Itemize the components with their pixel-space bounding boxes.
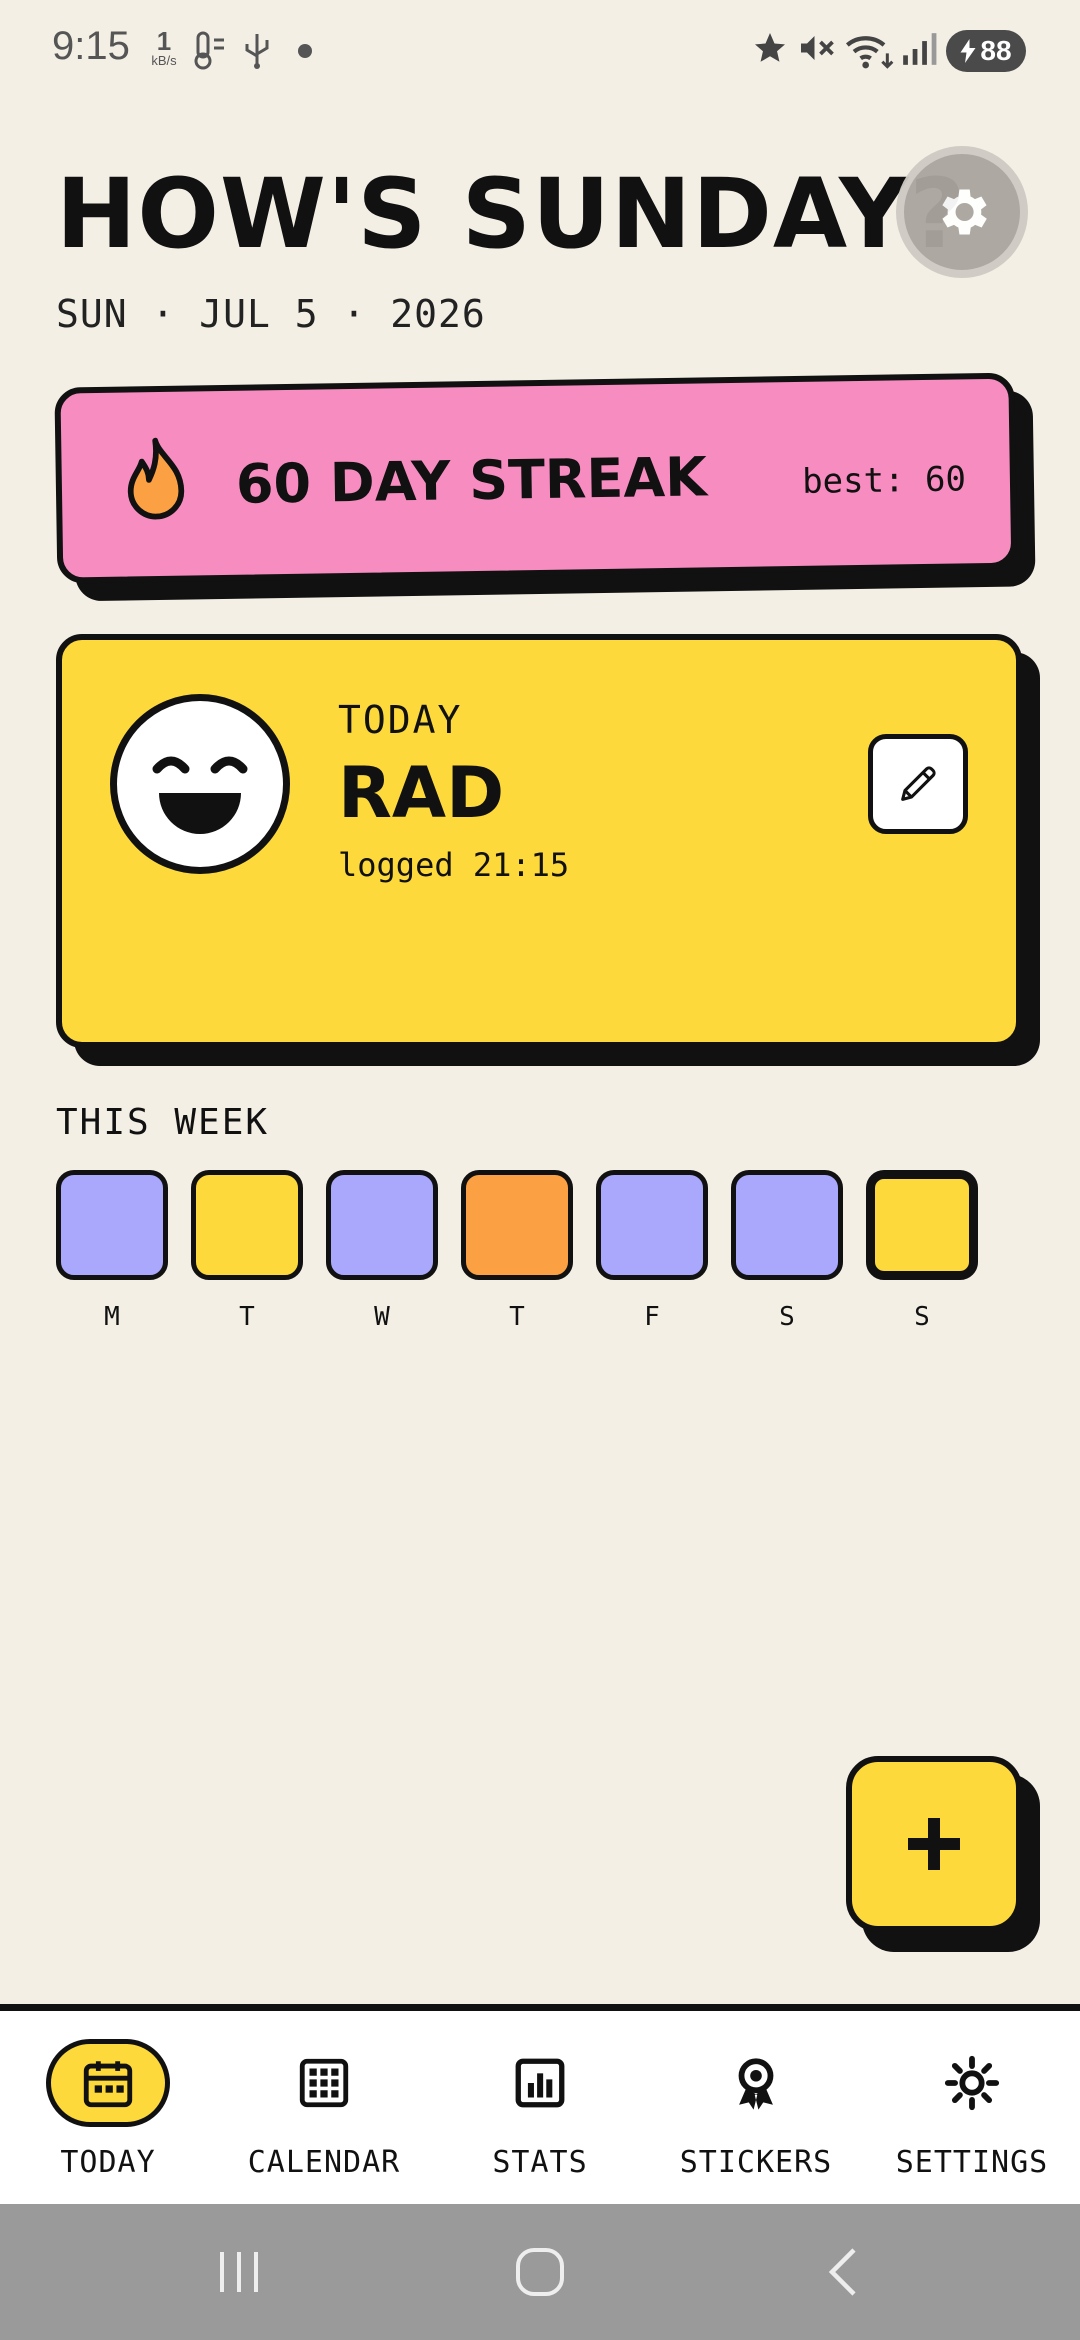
page-title: HOW'S SUNDAY? — [56, 158, 967, 270]
bar-chart-icon — [515, 2058, 565, 2108]
logged-time: logged 21:15 — [338, 846, 570, 884]
edit-entry-button[interactable] — [868, 734, 968, 834]
week-day-box[interactable] — [56, 1170, 168, 1280]
today-card[interactable]: TODAY RAD logged 21:15 — [56, 634, 1022, 1048]
back-icon[interactable] — [822, 2242, 866, 2302]
smile-face-icon — [152, 756, 248, 834]
nav-item-stickers[interactable]: STICKERS — [648, 2011, 864, 2211]
pencil-icon — [901, 766, 936, 801]
nav-icon-holder — [262, 2039, 386, 2127]
streak-card-body: 60 DAY STREAK best: 60 — [54, 372, 1018, 584]
nav-label: TODAY — [60, 2145, 156, 2180]
calendar-grid-icon — [299, 2058, 349, 2108]
thermometer-icon — [194, 31, 224, 70]
week-day-letter: S — [779, 1302, 795, 1332]
mute-icon — [801, 36, 834, 60]
badge-icon — [738, 2058, 774, 2110]
date-line: SUN · JUL 5 · 2026 — [56, 292, 486, 336]
nav-item-today[interactable]: TODAY — [0, 2011, 216, 2211]
week-day-box[interactable] — [731, 1170, 843, 1280]
mood-name: RAD — [338, 752, 505, 834]
battery-icon — [960, 39, 976, 63]
streak-card: 60 DAY STREAK best: 60 — [54, 372, 1036, 603]
wifi-icon — [845, 36, 894, 69]
nav-label: SETTINGS — [895, 2145, 1049, 2180]
nav-item-stats[interactable]: STATS — [432, 2011, 648, 2211]
week-day-box[interactable] — [191, 1170, 303, 1280]
nav-icon-holder — [910, 2039, 1034, 2127]
nav-item-calendar[interactable]: CALENDAR — [216, 2011, 432, 2211]
week-day-letter: S — [914, 1302, 930, 1332]
flame-icon — [127, 437, 185, 520]
week-day-box[interactable] — [461, 1170, 573, 1280]
today-label: TODAY — [338, 698, 463, 742]
net-speed: 1 kB/s — [146, 28, 182, 67]
notification-dot — [298, 44, 312, 58]
nav-label: STATS — [492, 2145, 588, 2180]
nav-icon-holder — [478, 2039, 602, 2127]
calendar-today-icon — [83, 2061, 133, 2108]
nav-item-settings[interactable]: SETTINGS — [864, 2011, 1080, 2211]
status-time: 9:15 — [52, 24, 130, 68]
nav-label: STICKERS — [679, 2145, 833, 2180]
sun-gear-icon — [944, 2055, 1000, 2111]
settings-button[interactable] — [896, 146, 1028, 278]
net-speed-unit: kB/s — [151, 53, 177, 68]
streak-best: best: 60 — [801, 459, 967, 502]
streak-text: 60 DAY STREAK — [235, 445, 708, 516]
star-icon — [755, 33, 785, 62]
week-title: THIS WEEK — [56, 1102, 270, 1143]
battery-level: 88 — [980, 35, 1012, 66]
week-day-letter: T — [509, 1302, 525, 1332]
net-speed-value: 1 — [156, 26, 172, 56]
week-day-letter: T — [239, 1302, 255, 1332]
add-entry-button[interactable] — [846, 1756, 1022, 1932]
week-day-letter: W — [374, 1302, 390, 1332]
battery-indicator: 88 — [946, 30, 1026, 72]
status-bar: 9:15 1 kB/s 88 — [0, 0, 1080, 100]
nav-active-pill — [46, 2039, 170, 2127]
signal-icon — [903, 33, 937, 65]
usb-icon — [245, 34, 269, 69]
week-day-box[interactable] — [596, 1170, 708, 1280]
system-nav-bar — [0, 2204, 1080, 2340]
plus-icon — [908, 1818, 960, 1870]
gear-icon — [942, 189, 987, 235]
bottom-nav: TODAY CALENDAR STATS STICKERS SETTINGS — [0, 2004, 1080, 2204]
week-day-letter: M — [104, 1302, 120, 1332]
home-icon[interactable] — [512, 2242, 568, 2302]
nav-icon-holder — [694, 2039, 818, 2127]
nav-label: CALENDAR — [247, 2145, 401, 2180]
mood-face-rad-icon — [110, 694, 290, 874]
week-day-box[interactable] — [326, 1170, 438, 1280]
recents-icon[interactable] — [214, 2242, 264, 2302]
week-day-letter: F — [644, 1302, 660, 1332]
week-day-box-today[interactable] — [866, 1170, 978, 1280]
